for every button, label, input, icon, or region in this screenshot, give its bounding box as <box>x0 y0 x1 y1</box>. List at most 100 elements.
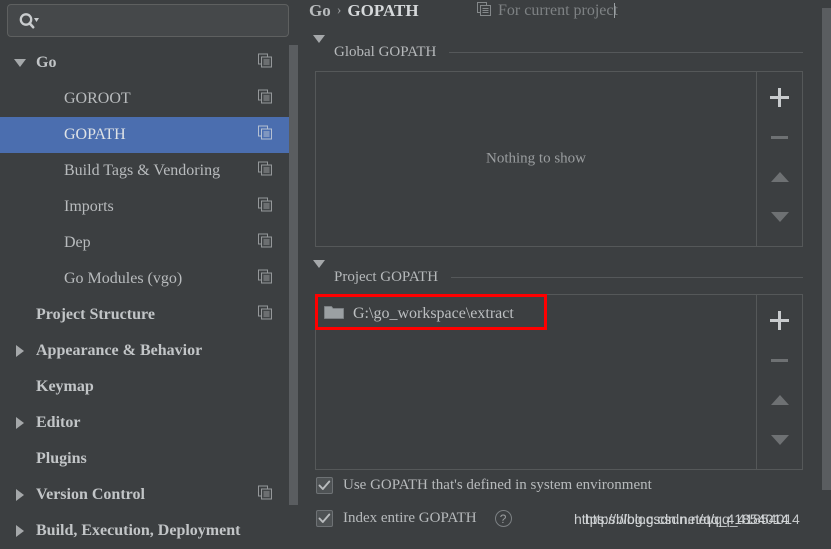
sidebar-item-label: Build, Execution, Deployment <box>36 522 241 539</box>
gopath-settings-panel: Go › GOPATH For current project Global G… <box>299 0 831 538</box>
minus-icon <box>771 358 788 362</box>
plus-icon <box>770 310 789 330</box>
breadcrumb-separator: › <box>336 3 342 18</box>
settings-dialog: Go GOROOT GOPATH Build Tags & Vendoring … <box>0 0 831 539</box>
section-divider <box>451 276 803 278</box>
project-gopath-list-area[interactable]: G:\go_workspace\extract <box>316 295 756 469</box>
search-box[interactable] <box>7 4 289 37</box>
sidebar-item-editor[interactable]: Editor <box>0 405 290 441</box>
option-label: Use GOPATH that's defined in system envi… <box>343 477 652 493</box>
checkbox[interactable] <box>316 477 333 494</box>
chevron-right-icon[interactable] <box>12 525 28 537</box>
global-gopath-list-area[interactable]: Nothing to show <box>316 72 756 246</box>
arrow-up-icon <box>770 172 789 182</box>
arrow-down-icon <box>770 212 789 222</box>
sidebar-item-appearance-behavior[interactable]: Appearance & Behavior <box>0 333 290 369</box>
copy-settings-icon[interactable] <box>258 197 272 217</box>
text-caret <box>614 3 615 18</box>
chevron-right-icon[interactable] <box>12 489 28 501</box>
add-project-gopath-button[interactable] <box>760 300 800 340</box>
search-icon <box>18 12 40 30</box>
copy-settings-icon[interactable] <box>258 53 272 73</box>
copy-settings-icon[interactable] <box>258 161 272 181</box>
empty-state-message: Nothing to show <box>485 150 586 167</box>
project-gopath-list[interactable]: G:\go_workspace\extract <box>315 294 803 470</box>
sidebar-item-go[interactable]: Go <box>0 45 290 81</box>
sidebar-item-label: GOPATH <box>64 126 126 143</box>
breadcrumb-root[interactable]: Go <box>309 1 331 21</box>
copy-settings-icon[interactable] <box>258 125 272 145</box>
sidebar-item-keymap[interactable]: Keymap <box>0 369 290 405</box>
sidebar-item-goroot[interactable]: GOROOT <box>0 81 290 117</box>
sidebar-item-label: Dep <box>64 234 91 251</box>
minus-icon <box>771 135 788 139</box>
copy-settings-icon <box>477 1 491 21</box>
sidebar-item-version-control[interactable]: Version Control <box>0 477 290 513</box>
section-divider <box>449 51 803 53</box>
move-down-project-gopath-button[interactable] <box>760 420 800 460</box>
sidebar-item-label: Go Modules (vgo) <box>64 270 183 287</box>
sidebar-item-dep[interactable]: Dep <box>0 225 290 261</box>
plus-icon <box>770 87 789 107</box>
sidebar-item-label: Go <box>36 54 57 71</box>
global-gopath-list[interactable]: Nothing to show <box>315 71 803 247</box>
sidebar-item-label: Plugins <box>36 450 87 467</box>
move-up-project-gopath-button[interactable] <box>760 380 800 420</box>
move-down-global-gopath-button[interactable] <box>760 197 800 237</box>
move-up-global-gopath-button[interactable] <box>760 157 800 197</box>
copy-settings-icon[interactable] <box>258 89 272 109</box>
breadcrumb: Go › GOPATH <box>309 0 419 24</box>
sidebar-item-build-tags-vendoring[interactable]: Build Tags & Vendoring <box>0 153 290 189</box>
copy-settings-icon[interactable] <box>258 485 272 505</box>
sidebar-item-imports[interactable]: Imports <box>0 189 290 225</box>
scope-selector[interactable]: For current project <box>477 0 618 24</box>
sidebar-item-label: Imports <box>64 198 114 215</box>
chevron-down-icon[interactable] <box>12 59 28 67</box>
add-global-gopath-button[interactable] <box>760 77 800 117</box>
project-gopath-toolbar <box>756 295 802 469</box>
section-title: Project GOPATH <box>334 268 439 285</box>
section-project-gopath-header[interactable]: Project GOPATH <box>313 260 803 286</box>
remove-global-gopath-button[interactable] <box>760 117 800 157</box>
sidebar-item-plugins[interactable]: Plugins <box>0 441 290 477</box>
chevron-down-icon[interactable] <box>313 35 325 61</box>
sidebar-item-label: Project Structure <box>36 306 155 323</box>
sidebar-item-build-execution-deployment[interactable]: Build, Execution, Deployment <box>0 513 290 549</box>
sidebar-item-go-modules-vgo[interactable]: Go Modules (vgo) <box>0 261 290 297</box>
arrow-up-icon <box>770 395 789 405</box>
section-global-gopath-header[interactable]: Global GOPATH <box>313 35 803 61</box>
scope-label: For current project <box>498 2 618 19</box>
sidebar-scrollbar-thumb[interactable] <box>289 45 298 505</box>
main-scrollbar-thumb[interactable] <box>822 8 831 490</box>
sidebar-item-label: Editor <box>36 414 81 431</box>
option-use-system-gopath[interactable]: Use GOPATH that's defined in system envi… <box>316 477 652 494</box>
settings-sidebar: Go GOROOT GOPATH Build Tags & Vendoring … <box>0 0 299 539</box>
global-gopath-toolbar <box>756 72 802 246</box>
copy-settings-icon[interactable] <box>258 269 272 289</box>
section-title: Global GOPATH <box>334 43 437 60</box>
gopath-entry-label: G:\go_workspace\extract <box>353 305 514 322</box>
search-input[interactable] <box>40 7 288 34</box>
arrow-down-icon <box>770 435 789 445</box>
option-label: Index entire GOPATH <box>343 510 477 526</box>
settings-tree: Go GOROOT GOPATH Build Tags & Vendoring … <box>0 45 290 549</box>
remove-project-gopath-button[interactable] <box>760 340 800 380</box>
sidebar-item-label: Keymap <box>36 378 94 395</box>
copy-settings-icon[interactable] <box>258 305 272 325</box>
option-index-entire-gopath[interactable]: Index entire GOPATH ? <box>316 510 512 527</box>
copy-settings-icon[interactable] <box>258 233 272 253</box>
chevron-right-icon[interactable] <box>12 345 28 357</box>
sidebar-item-label: GOROOT <box>64 90 131 107</box>
page-title: GOPATH <box>347 1 419 20</box>
sidebar-item-label: Appearance & Behavior <box>36 342 203 359</box>
list-item[interactable]: G:\go_workspace\extract <box>324 301 514 327</box>
help-icon[interactable]: ? <box>494 510 512 527</box>
sidebar-item-label: Build Tags & Vendoring <box>64 162 221 179</box>
watermark-text-overlay: https://blog.csdn.net/qq_41854014 <box>585 511 800 527</box>
sidebar-item-project-structure[interactable]: Project Structure <box>0 297 290 333</box>
chevron-down-icon[interactable] <box>313 260 325 286</box>
checkbox[interactable] <box>316 510 333 527</box>
chevron-right-icon[interactable] <box>12 417 28 429</box>
sidebar-item-gopath[interactable]: GOPATH <box>0 117 290 153</box>
sidebar-item-label: Version Control <box>36 486 145 503</box>
